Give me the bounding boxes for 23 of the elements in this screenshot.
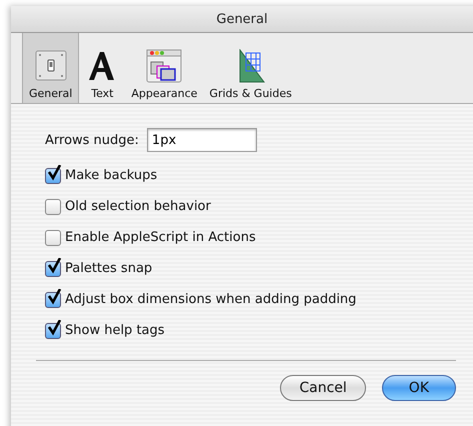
input-field[interactable]: 1px [146, 128, 257, 152]
checkbox-label[interactable]: Make backups [65, 168, 158, 183]
toolbar-tab[interactable]: Appearance [125, 33, 204, 103]
default-button[interactable]: OK [382, 375, 456, 401]
checkbox-label[interactable]: Enable AppleScript in Actions [65, 230, 256, 245]
checkbox[interactable] [45, 322, 61, 338]
toolbar-tab[interactable]: Grids & Guides [203, 33, 298, 103]
field-label: Arrows nudge: [45, 132, 139, 148]
checkbox[interactable] [45, 168, 61, 184]
switch-plate-icon [34, 49, 68, 83]
window-title: General [216, 12, 268, 26]
checkbox-label[interactable]: Adjust box dimensions when adding padding [65, 292, 356, 307]
checkbox[interactable] [45, 230, 61, 246]
checkbox-label[interactable]: Palettes snap [65, 261, 152, 276]
windows-icon [145, 49, 184, 83]
checkbox[interactable] [45, 198, 61, 214]
checkbox-label[interactable]: Old selection behavior [65, 199, 211, 214]
toolbar-tab[interactable]: Text [79, 33, 126, 103]
toolbar-tab[interactable]: General [22, 33, 80, 103]
checkbox[interactable] [45, 260, 61, 276]
push-button[interactable]: Cancel [280, 375, 366, 401]
checkbox[interactable] [45, 292, 61, 308]
checkbox-label[interactable]: Show help tags [65, 323, 165, 338]
